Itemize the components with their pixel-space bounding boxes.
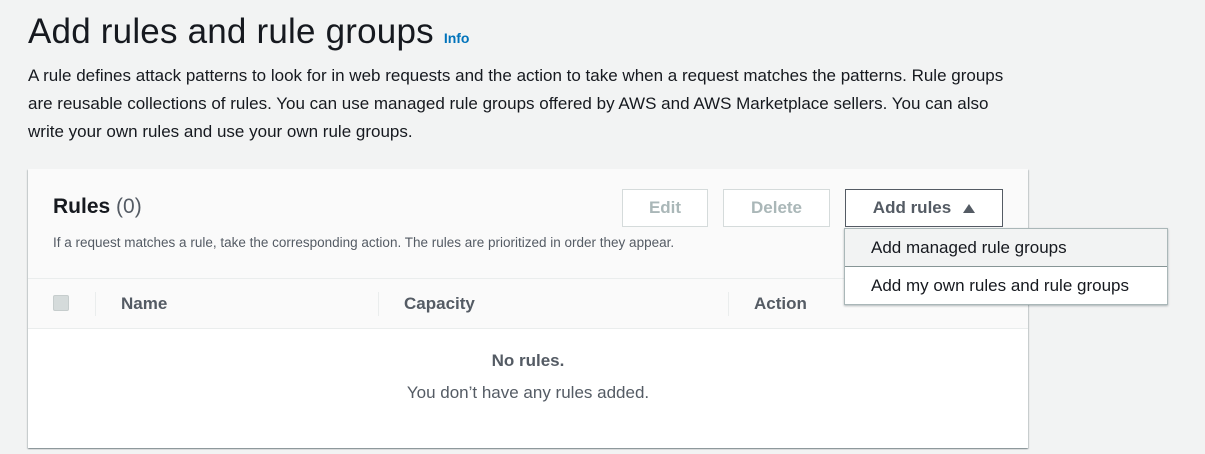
- column-header-capacity[interactable]: Capacity: [404, 294, 475, 314]
- column-divider: [95, 292, 96, 316]
- menu-item-add-managed-rule-groups[interactable]: Add managed rule groups: [845, 229, 1167, 267]
- column-header-name[interactable]: Name: [121, 294, 167, 314]
- section-title-row: Add rules and rule groups Info: [28, 12, 469, 52]
- add-rules-dropdown: Add managed rule groups Add my own rules…: [844, 228, 1168, 305]
- rules-count: (0): [116, 195, 142, 218]
- rules-container: Rules (0) If a request matches a rule, t…: [28, 169, 1028, 448]
- delete-button[interactable]: Delete: [723, 189, 830, 227]
- add-rules-label: Add rules: [872, 198, 952, 217]
- empty-state-title: No rules.: [491, 351, 565, 370]
- edit-button[interactable]: Edit: [622, 189, 708, 227]
- section-description: A rule defines attack patterns to look f…: [28, 66, 1004, 141]
- rules-heading-label: Rules: [53, 195, 111, 218]
- info-link[interactable]: Info: [444, 30, 470, 46]
- caret-up-icon: [963, 203, 976, 213]
- column-divider: [378, 292, 379, 316]
- select-all-checkbox[interactable]: [53, 295, 69, 311]
- column-divider: [728, 292, 729, 316]
- column-header-action[interactable]: Action: [754, 294, 807, 314]
- menu-item-add-own-rules[interactable]: Add my own rules and rule groups: [845, 267, 1167, 305]
- empty-state-description: You don’t have any rules added.: [406, 383, 650, 402]
- rules-description: If a request matches a rule, take the co…: [53, 235, 675, 250]
- rules-heading: Rules (0): [53, 195, 142, 219]
- section-title: Add rules and rule groups: [28, 12, 434, 51]
- page: Add rules and rule groups Info A rule de…: [0, 0, 1205, 454]
- add-rules-button[interactable]: Add rules: [845, 189, 1003, 227]
